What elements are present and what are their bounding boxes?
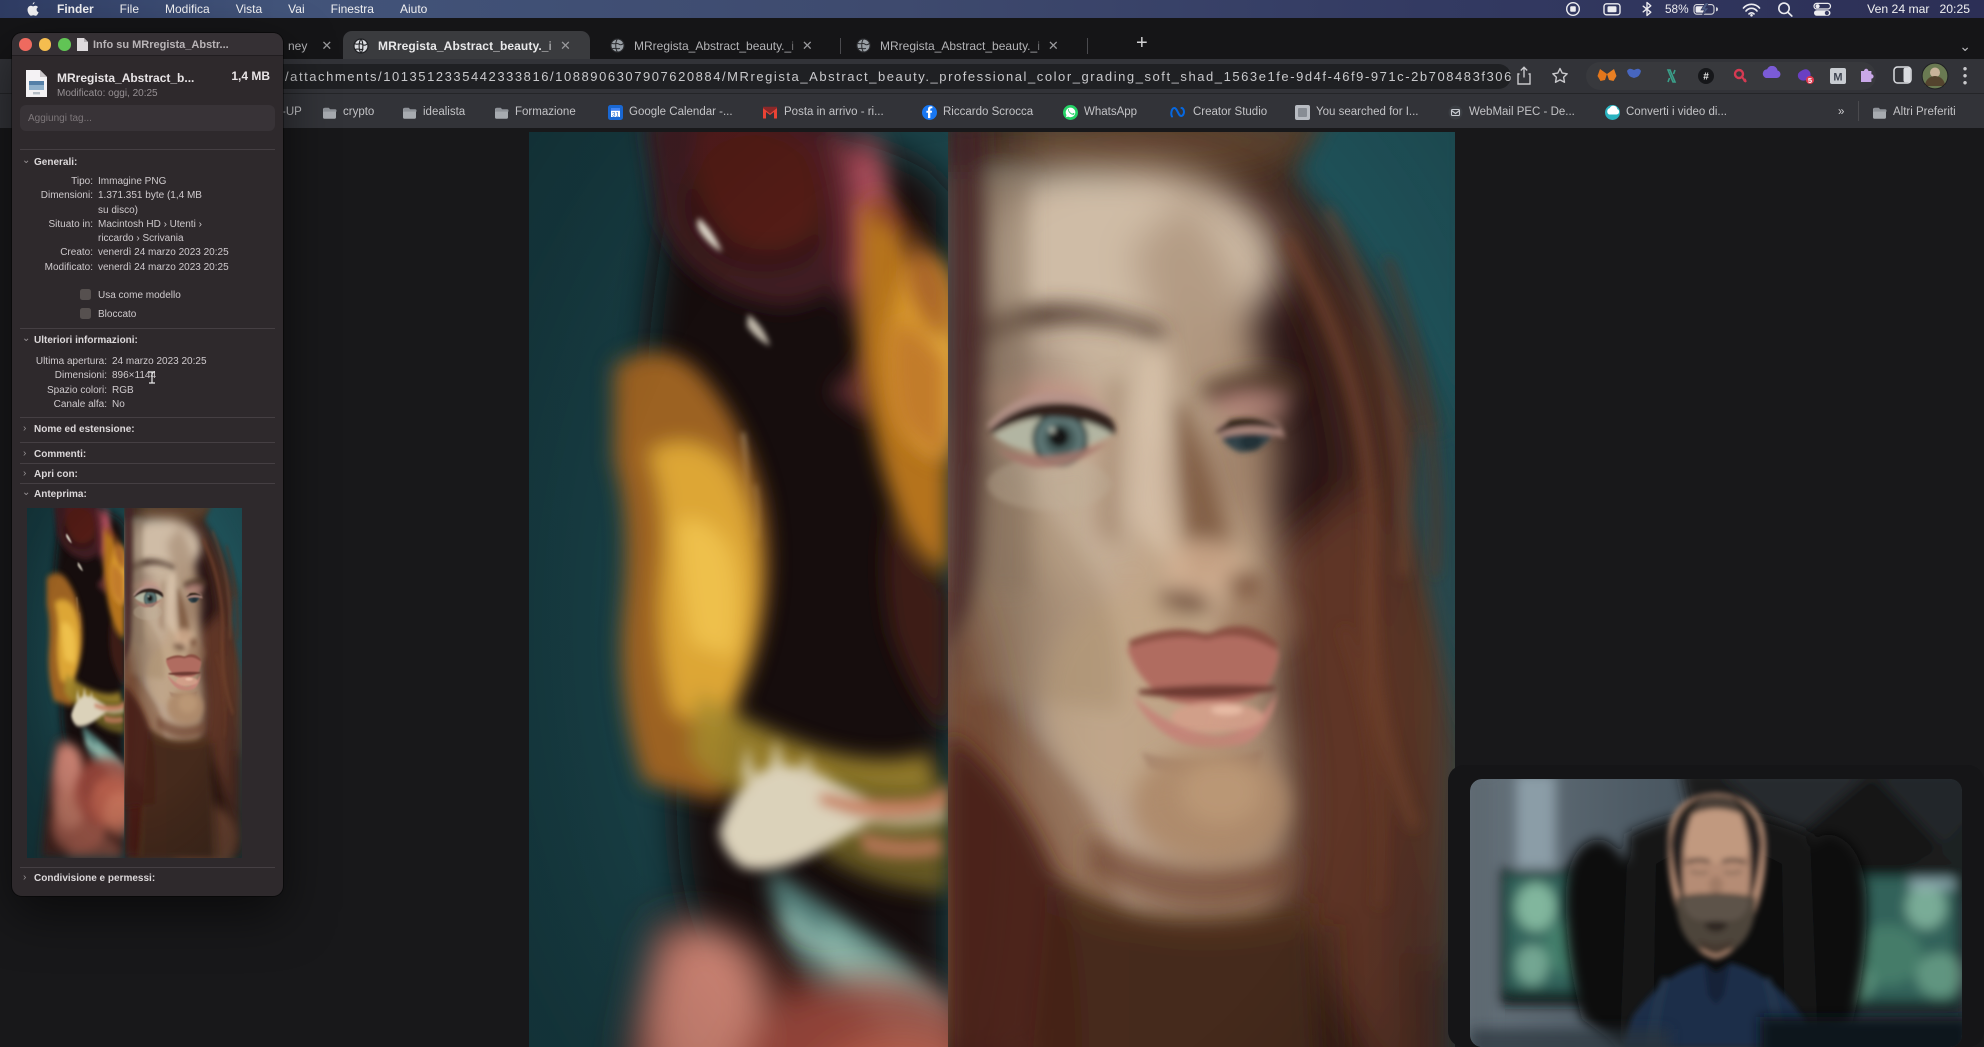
svg-text:31: 31 <box>612 111 620 118</box>
svg-text:58%: 58% <box>1665 2 1689 16</box>
svg-text:M: M <box>1833 72 1842 84</box>
svg-text:5: 5 <box>1808 76 1812 85</box>
svg-text:#: # <box>1703 72 1709 83</box>
